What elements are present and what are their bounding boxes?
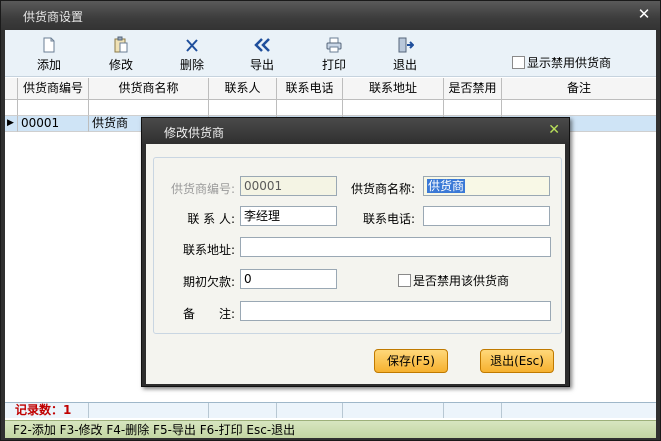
table-footer: 记录数：1 bbox=[5, 402, 656, 418]
contact-field[interactable]: 李经理 bbox=[240, 206, 337, 226]
phone-field[interactable] bbox=[423, 206, 550, 226]
add-button[interactable]: 添加 bbox=[25, 36, 73, 74]
window-titlebar: 供货商设置 ✕ bbox=[1, 1, 660, 30]
remark-label: 备 注: bbox=[182, 307, 235, 321]
dialog-body: 供货商编号: 00001 供货商名称: 供货商 联 系 人: 李经理 联系电话:… bbox=[146, 144, 565, 384]
edit-supplier-dialog: 修改供货商 ✕ 供货商编号: 00001 供货商名称: 供货商 联 系 人: 李… bbox=[141, 117, 570, 387]
toolbar: 添加 修改 删除 导出 打印 退出 显示禁用供货商 bbox=[5, 30, 656, 77]
phone-label: 联系电话: bbox=[362, 212, 415, 226]
column-header-remark[interactable]: 备注 bbox=[502, 78, 656, 99]
table-filter-row[interactable] bbox=[5, 100, 656, 116]
initial-debt-field[interactable]: 0 bbox=[240, 269, 337, 289]
delete-button[interactable]: 删除 bbox=[168, 36, 216, 74]
print-button[interactable]: 打印 bbox=[310, 36, 358, 74]
exit-door-icon bbox=[398, 37, 414, 53]
show-disabled-toggle[interactable]: 显示禁用供货商 bbox=[512, 54, 611, 70]
initial-debt-label: 期初欠款: bbox=[182, 275, 235, 289]
table-header: 供货商编号 供货商名称 联系人 联系电话 联系地址 是否禁用 备注 bbox=[5, 78, 656, 100]
cancel-button[interactable]: 退出(Esc) bbox=[480, 349, 554, 373]
code-field: 00001 bbox=[240, 176, 337, 196]
dialog-title: 修改供货商 bbox=[164, 126, 225, 140]
address-field[interactable] bbox=[240, 237, 551, 257]
column-header-code[interactable]: 供货商编号 bbox=[18, 78, 89, 99]
supplier-settings-window: 供货商设置 ✕ 添加 修改 删除 导出 打印 退出 显示禁用供货商 供货商编号 … bbox=[0, 0, 661, 441]
disable-supplier-checkbox[interactable] bbox=[398, 274, 411, 287]
printer-icon bbox=[326, 37, 342, 53]
window-close-icon[interactable]: ✕ bbox=[636, 6, 652, 22]
supplier-form: 供货商编号: 00001 供货商名称: 供货商 联 系 人: 李经理 联系电话:… bbox=[153, 157, 562, 334]
code-label: 供货商编号: bbox=[170, 182, 235, 196]
delete-button-label: 删除 bbox=[179, 58, 204, 72]
export-double-chevron-icon bbox=[254, 38, 270, 52]
print-button-label: 打印 bbox=[321, 58, 346, 72]
show-disabled-label: 显示禁用供货商 bbox=[527, 55, 612, 70]
window-title: 供货商设置 bbox=[23, 10, 84, 24]
clipboard-icon bbox=[114, 36, 128, 53]
exit-button[interactable]: 退出 bbox=[381, 36, 429, 74]
export-button-label: 导出 bbox=[249, 58, 274, 72]
edit-button-label: 修改 bbox=[108, 58, 133, 72]
save-button[interactable]: 保存(F5) bbox=[374, 349, 448, 373]
column-header-name[interactable]: 供货商名称 bbox=[89, 78, 209, 99]
current-row-arrow-icon: ▶ bbox=[5, 116, 18, 132]
column-header-phone[interactable]: 联系电话 bbox=[277, 78, 343, 99]
disable-supplier-toggle[interactable]: 是否禁用该供货商 bbox=[398, 272, 509, 289]
record-count: 记录数：1 bbox=[5, 403, 89, 418]
address-label: 联系地址: bbox=[182, 243, 235, 257]
export-button[interactable]: 导出 bbox=[238, 36, 286, 74]
row-code[interactable]: 00001 bbox=[18, 116, 89, 132]
name-field[interactable]: 供货商 bbox=[423, 176, 550, 196]
column-header-address[interactable]: 联系地址 bbox=[343, 78, 444, 99]
contact-label: 联 系 人: bbox=[187, 212, 235, 226]
row-indicator-header bbox=[5, 78, 18, 99]
status-bar: F2-添加 F3-修改 F4-删除 F5-导出 F6-打印 Esc-退出 bbox=[5, 420, 656, 438]
edit-button[interactable]: 修改 bbox=[97, 36, 145, 74]
dialog-titlebar: 修改供货商 ✕ bbox=[142, 118, 569, 144]
new-document-icon bbox=[43, 37, 55, 53]
show-disabled-checkbox[interactable] bbox=[512, 55, 525, 69]
exit-button-label: 退出 bbox=[392, 58, 417, 72]
column-header-contact[interactable]: 联系人 bbox=[209, 78, 277, 99]
delete-x-icon bbox=[186, 39, 198, 52]
name-field-selected-text: 供货商 bbox=[427, 179, 466, 193]
disable-supplier-label: 是否禁用该供货商 bbox=[413, 274, 510, 288]
remark-field[interactable] bbox=[240, 301, 551, 321]
add-button-label: 添加 bbox=[36, 58, 61, 72]
name-label: 供货商名称: bbox=[350, 182, 415, 196]
column-header-disabled[interactable]: 是否禁用 bbox=[444, 78, 502, 99]
dialog-close-icon[interactable]: ✕ bbox=[548, 122, 560, 138]
